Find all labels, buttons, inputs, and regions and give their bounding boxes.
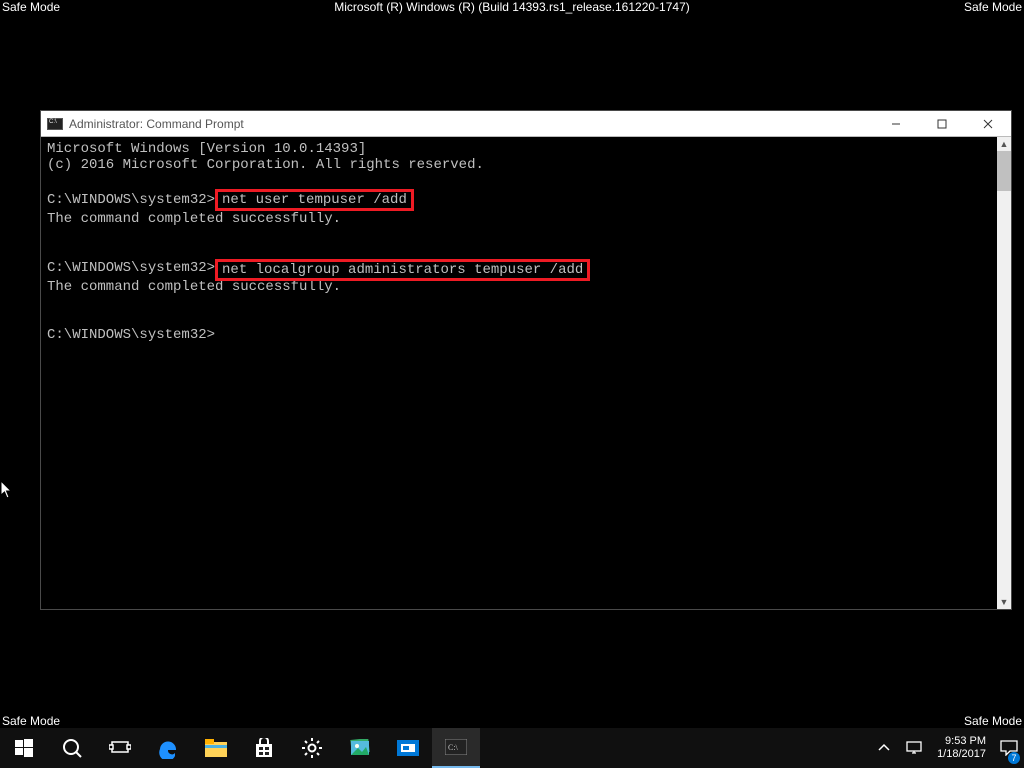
task-view-button[interactable] bbox=[96, 728, 144, 768]
taskbar-photos-icon[interactable] bbox=[336, 728, 384, 768]
taskbar-cmd-icon[interactable]: C:\ bbox=[432, 728, 480, 768]
prompt-2: C:\WINDOWS\system32> bbox=[47, 260, 215, 276]
taskbar-app-icon[interactable] bbox=[384, 728, 432, 768]
taskbar[interactable]: C:\ 9:53 PM 1/18/2017 bbox=[0, 728, 1024, 768]
close-button[interactable] bbox=[965, 111, 1011, 137]
safemode-label-bottom-left: Safe Mode bbox=[2, 714, 60, 728]
titlebar[interactable]: Administrator: Command Prompt bbox=[41, 111, 1011, 137]
version-line: Microsoft Windows [Version 10.0.14393] bbox=[47, 141, 366, 157]
build-label: Microsoft (R) Windows (R) (Build 14393.r… bbox=[334, 0, 690, 14]
prompt-3: C:\WINDOWS\system32> bbox=[47, 327, 215, 343]
start-button[interactable] bbox=[0, 728, 48, 768]
safemode-label-bottom-right: Safe Mode bbox=[964, 714, 1022, 728]
taskbar-file-explorer-icon[interactable] bbox=[192, 728, 240, 768]
minimize-button[interactable] bbox=[873, 111, 919, 137]
tray-overflow-button[interactable] bbox=[869, 728, 899, 768]
taskbar-edge-icon[interactable] bbox=[144, 728, 192, 768]
tray-network-icon[interactable] bbox=[899, 728, 929, 768]
mouse-cursor-icon bbox=[0, 480, 14, 500]
clock[interactable]: 9:53 PM 1/18/2017 bbox=[929, 735, 994, 761]
taskbar-settings-icon[interactable] bbox=[288, 728, 336, 768]
window-title: Administrator: Command Prompt bbox=[69, 117, 244, 131]
prompt-1: C:\WINDOWS\system32> bbox=[47, 192, 215, 208]
safemode-label-top-left: Safe Mode bbox=[2, 0, 60, 14]
scroll-down-icon[interactable]: ▼ bbox=[997, 595, 1011, 609]
scroll-up-icon[interactable]: ▲ bbox=[997, 137, 1011, 151]
taskbar-store-icon[interactable] bbox=[240, 728, 288, 768]
action-center-button[interactable] bbox=[994, 728, 1024, 768]
vertical-scrollbar[interactable]: ▲ ▼ bbox=[997, 137, 1011, 609]
scroll-thumb[interactable] bbox=[997, 151, 1011, 191]
desktop: Safe Mode Microsoft (R) Windows (R) (Bui… bbox=[0, 0, 1024, 768]
search-button[interactable] bbox=[48, 728, 96, 768]
highlighted-command-1: net user tempuser /add bbox=[215, 189, 414, 211]
response-2: The command completed successfully. bbox=[47, 279, 341, 295]
highlighted-command-2: net localgroup administrators tempuser /… bbox=[215, 259, 590, 281]
time-label: 9:53 PM bbox=[937, 735, 986, 748]
maximize-button[interactable] bbox=[919, 111, 965, 137]
system-tray: 9:53 PM 1/18/2017 bbox=[869, 728, 1024, 768]
terminal-output[interactable]: Microsoft Windows [Version 10.0.14393] (… bbox=[41, 137, 997, 609]
date-label: 1/18/2017 bbox=[937, 748, 986, 761]
safemode-label-top-right: Safe Mode bbox=[964, 0, 1022, 14]
cmd-icon bbox=[47, 118, 63, 130]
command-prompt-window[interactable]: Administrator: Command Prompt Microsoft … bbox=[40, 110, 1012, 610]
svg-text:C:\: C:\ bbox=[448, 743, 459, 752]
copyright-line: (c) 2016 Microsoft Corporation. All righ… bbox=[47, 157, 484, 173]
response-1: The command completed successfully. bbox=[47, 211, 341, 227]
